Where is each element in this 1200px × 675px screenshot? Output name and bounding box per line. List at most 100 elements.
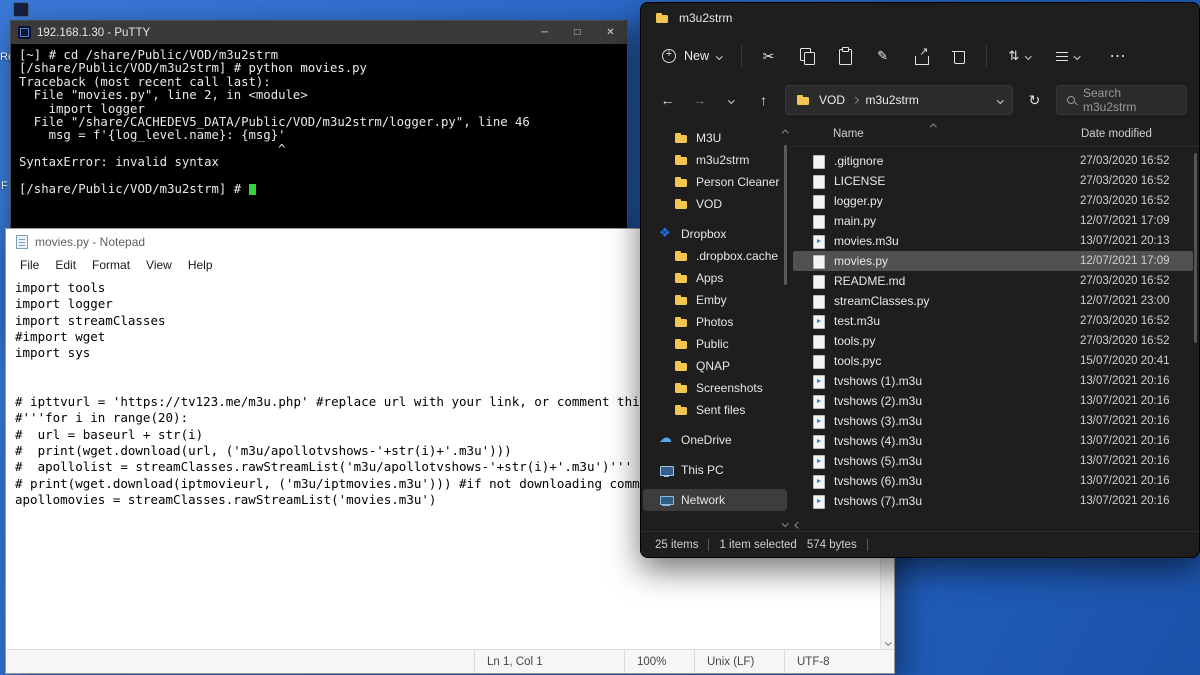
menu-item[interactable]: Edit (47, 255, 84, 275)
file-row[interactable]: movies.py 12/07/2021 17:09 (793, 251, 1193, 271)
file-date-modified: 27/03/2020 16:52 (1080, 195, 1170, 207)
scrollbar-thumb[interactable] (784, 145, 787, 285)
explorer-titlebar[interactable]: m3u2strm (641, 3, 1199, 33)
maximize-button[interactable]: □ (561, 21, 594, 44)
file-row[interactable]: tvshows (2).m3u 13/07/2021 20:16 (793, 391, 1193, 411)
file-row[interactable]: LICENSE 27/03/2020 16:52 (793, 171, 1193, 191)
plus-icon (662, 49, 676, 63)
file-row[interactable]: test.m3u 27/03/2020 16:52 (793, 311, 1193, 331)
sidebar-item-label: m3u2strm (696, 153, 749, 167)
file-name: tools.py (834, 334, 1080, 348)
file-type-icon (811, 234, 826, 248)
file-name: tvshows (1).m3u (834, 374, 1080, 388)
sidebar-item-label: VOD (696, 197, 722, 211)
sidebar-item[interactable]: m3u2strm (643, 149, 787, 171)
paste-button[interactable] (826, 39, 864, 73)
sidebar-item[interactable]: Dropbox (643, 223, 787, 245)
file-row[interactable]: logger.py 27/03/2020 16:52 (793, 191, 1193, 211)
file-date-modified: 13/07/2021 20:16 (1080, 435, 1170, 447)
sort-button[interactable] (995, 39, 1045, 73)
sidebar-item[interactable]: Screenshots (643, 377, 787, 399)
file-row[interactable]: tools.py 27/03/2020 16:52 (793, 331, 1193, 351)
sidebar-item[interactable]: OneDrive (643, 429, 787, 451)
file-type-icon (811, 474, 826, 488)
breadcrumb-parent[interactable]: VOD (819, 93, 845, 107)
rename-button[interactable] (864, 39, 902, 73)
sidebar-item[interactable]: QNAP (643, 355, 787, 377)
sidebar-scrollbar[interactable] (780, 129, 791, 527)
column-header-name[interactable]: Name (833, 128, 1081, 140)
scroll-down-icon[interactable] (881, 635, 894, 649)
sidebar-item[interactable]: M3U (643, 127, 787, 149)
sidebar-item[interactable]: Person Cleaner (643, 171, 787, 193)
sidebar-item[interactable]: This PC (643, 459, 787, 481)
up-button[interactable]: ↑ (749, 86, 778, 115)
sidebar-item-icon (659, 227, 674, 241)
explorer-statusbar: 25 items 1 item selected 574 bytes (641, 531, 1199, 557)
copy-button[interactable] (788, 39, 826, 73)
forward-button[interactable]: → (685, 86, 714, 115)
file-date-modified: 27/03/2020 16:52 (1080, 175, 1170, 187)
file-list-scrollbar-thumb[interactable] (1194, 153, 1197, 343)
file-list: .gitignore 27/03/2020 16:52 LICENSE 27/0… (791, 147, 1199, 531)
sidebar-item[interactable]: Apps (643, 267, 787, 289)
file-row[interactable]: .gitignore 27/03/2020 16:52 (793, 151, 1193, 171)
terminal-line: [/share/Public/VOD/m3u2strm] # python mo… (19, 62, 619, 75)
column-header-date-modified[interactable]: Date modified (1081, 128, 1152, 140)
file-date-modified: 15/07/2020 20:41 (1080, 355, 1170, 367)
share-button[interactable] (902, 39, 940, 73)
file-row[interactable]: tvshows (3).m3u 13/07/2021 20:16 (793, 411, 1193, 431)
sidebar-item-label: M3U (696, 131, 721, 145)
file-row[interactable]: README.md 27/03/2020 16:52 (793, 271, 1193, 291)
file-row[interactable]: tvshows (7).m3u 13/07/2021 20:16 (793, 491, 1193, 511)
close-button[interactable]: ✕ (594, 21, 627, 44)
search-input[interactable]: Search m3u2strm (1056, 85, 1187, 115)
putty-titlebar[interactable]: 192.168.1.30 - PuTTY ─ □ ✕ (11, 21, 627, 44)
delete-button[interactable] (940, 39, 978, 73)
menu-item[interactable]: File (12, 255, 47, 275)
refresh-button[interactable] (1020, 86, 1049, 115)
terminal-output[interactable]: [~] # cd /share/Public/VOD/m3u2strm[/sha… (11, 44, 627, 201)
sidebar-item[interactable]: Emby (643, 289, 787, 311)
address-bar[interactable]: VOD m3u2strm (785, 85, 1013, 115)
sidebar-item[interactable]: .dropbox.cache (643, 245, 787, 267)
desktop-icon-label-fragment: F (1, 180, 8, 192)
menu-item[interactable]: Format (84, 255, 138, 275)
file-type-icon (811, 454, 826, 468)
view-button[interactable] (1045, 39, 1095, 73)
file-row[interactable]: tvshows (6).m3u 13/07/2021 20:16 (793, 471, 1193, 491)
menu-item[interactable]: View (138, 255, 180, 275)
sidebar-item[interactable]: Network (643, 489, 787, 511)
address-dropdown-icon[interactable] (997, 97, 1003, 103)
breadcrumb-current[interactable]: m3u2strm (866, 93, 919, 107)
file-date-modified: 13/07/2021 20:16 (1080, 455, 1170, 467)
file-name: tools.pyc (834, 354, 1080, 368)
file-row[interactable]: tvshows (4).m3u 13/07/2021 20:16 (793, 431, 1193, 451)
cut-button[interactable] (750, 39, 788, 73)
scroll-down-icon[interactable] (781, 519, 789, 527)
sidebar-item[interactable]: Photos (643, 311, 787, 333)
terminal-line: msg = f'{log_level.name}: {msg}' (19, 129, 619, 142)
more-options-button[interactable] (1099, 39, 1137, 73)
back-button[interactable]: ← (653, 86, 682, 115)
navigation-pane: M3U m3u2strm Person Cleaner VOD (641, 121, 791, 531)
desktop-shortcut-icon[interactable] (13, 2, 29, 17)
file-row[interactable]: tvshows (1).m3u 13/07/2021 20:16 (793, 371, 1193, 391)
recent-locations-button[interactable] (717, 86, 746, 115)
notepad-title: movies.py - Notepad (35, 235, 145, 249)
file-row[interactable]: main.py 12/07/2021 17:09 (793, 211, 1193, 231)
file-row[interactable]: streamClasses.py 12/07/2021 23:00 (793, 291, 1193, 311)
file-row[interactable]: tools.pyc 15/07/2020 20:41 (793, 351, 1193, 371)
minimize-button[interactable]: ─ (528, 21, 561, 44)
menu-item[interactable]: Help (180, 255, 221, 275)
sidebar-item[interactable]: VOD (643, 193, 787, 215)
sidebar-item[interactable]: Public (643, 333, 787, 355)
scroll-up-icon[interactable] (781, 129, 789, 137)
new-button[interactable]: New (651, 42, 733, 70)
terminal-line: SyntaxError: invalid syntax (19, 156, 619, 169)
file-row[interactable]: tvshows (5).m3u 13/07/2021 20:16 (793, 451, 1193, 471)
sidebar-item-label: Public (696, 337, 729, 351)
sidebar-item[interactable]: Sent files (643, 399, 787, 421)
file-row[interactable]: movies.m3u 13/07/2021 20:13 (793, 231, 1193, 251)
terminal-line: Traceback (most recent call last): (19, 76, 619, 89)
